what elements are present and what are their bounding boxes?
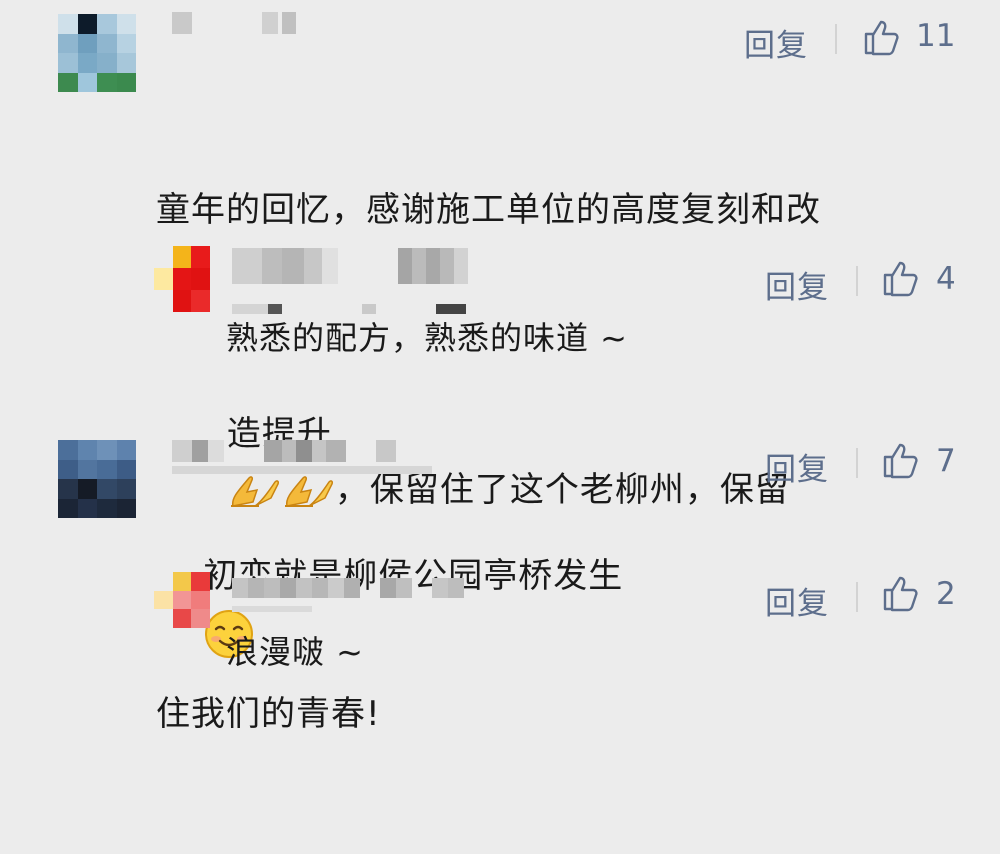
reply-text: 浪漫啵 ~ <box>226 633 364 671</box>
comment-text: 童年的回忆，感谢施工单位的高度复刻和改 造提升 ，保留住了这个老柳州，保留 住我… <box>156 70 956 854</box>
like-count: 11 <box>916 18 956 54</box>
like-count: 2 <box>936 576 956 612</box>
comment-line: 童年的回忆，感谢施工单位的高度复刻和改 <box>156 190 821 230</box>
username-blurred[interactable] <box>172 440 396 462</box>
comment-text: 初恋就是柳侯公园亭桥发生 <box>156 492 956 716</box>
avatar[interactable] <box>58 14 136 92</box>
avatar[interactable] <box>58 440 136 518</box>
username-blurred <box>172 466 432 474</box>
username-blurred <box>232 304 466 314</box>
username-blurred[interactable] <box>172 12 296 34</box>
divider <box>856 266 858 296</box>
reply-button[interactable]: 回复 <box>744 20 808 65</box>
reply-button[interactable]: 回复 <box>765 262 829 307</box>
username-blurred[interactable] <box>232 578 464 598</box>
thumbs-up-icon[interactable] <box>881 573 921 613</box>
reply-text: 熟悉的配方，熟悉的味道 ~ <box>226 319 628 357</box>
avatar[interactable] <box>154 572 210 628</box>
username-blurred <box>232 606 312 612</box>
reply-button[interactable]: 回复 <box>765 444 829 489</box>
avatar[interactable] <box>154 246 210 312</box>
thumbs-up-icon[interactable] <box>862 17 902 57</box>
divider <box>856 582 858 612</box>
like-count: 4 <box>936 261 956 297</box>
thumbs-up-icon[interactable] <box>881 440 921 480</box>
thumbs-up-icon[interactable] <box>881 258 921 298</box>
like-count: 7 <box>936 443 956 479</box>
reply-button[interactable]: 回复 <box>765 578 829 623</box>
username-blurred[interactable] <box>232 248 468 284</box>
divider <box>835 24 837 54</box>
divider <box>856 448 858 478</box>
